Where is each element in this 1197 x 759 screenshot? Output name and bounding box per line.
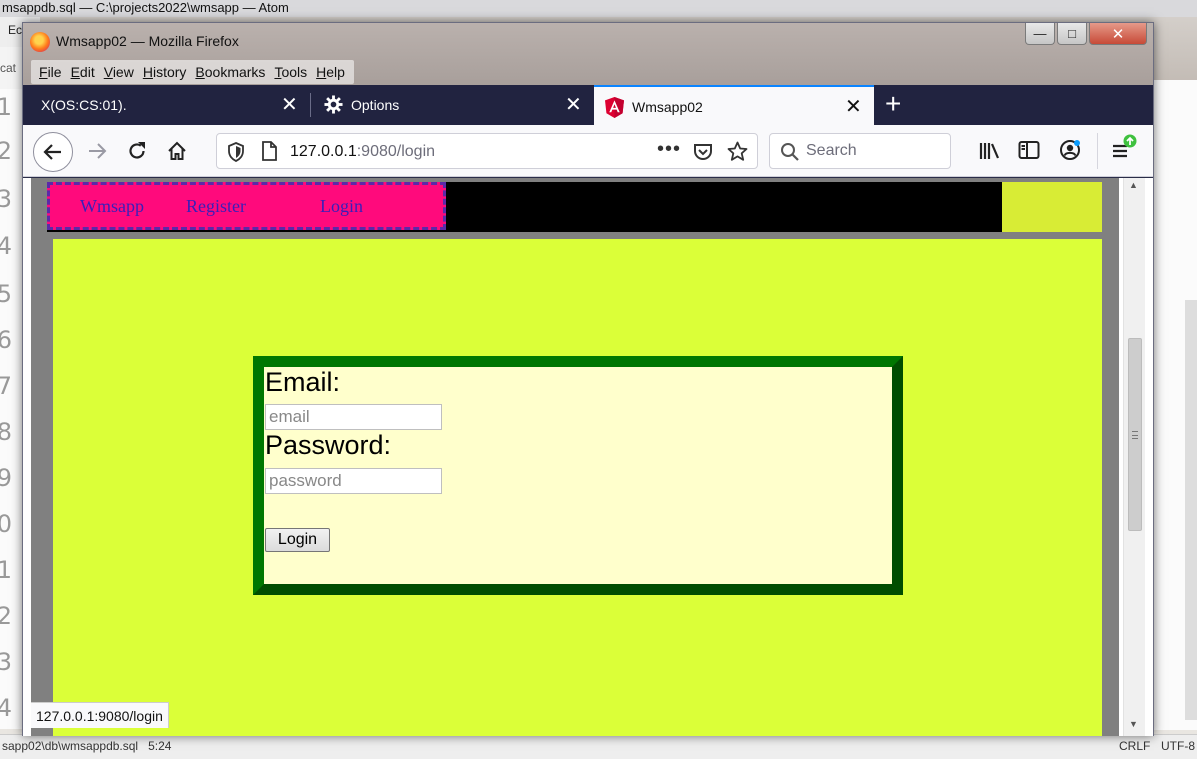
close-tab-icon[interactable]: ✕ <box>565 92 582 117</box>
line-number: 6 <box>0 326 12 354</box>
link-status-url: 127.0.0.1:9080/login <box>31 702 169 728</box>
library-icon[interactable] <box>979 141 1001 161</box>
line-number: 1 <box>0 556 12 584</box>
nav-link-wmsapp[interactable]: Wmsapp <box>80 196 144 217</box>
line-number: 0 <box>0 510 12 538</box>
login-button[interactable]: Login <box>265 528 330 552</box>
gear-icon <box>324 95 343 114</box>
new-tab-button[interactable]: + <box>885 88 901 120</box>
arrow-left-icon <box>43 144 61 160</box>
nav-links: Wmsapp Register Login <box>47 182 446 230</box>
line-number: 2 <box>0 602 12 630</box>
page-icon <box>262 141 277 161</box>
search-box[interactable] <box>769 133 951 169</box>
bookmark-star-icon[interactable] <box>727 141 748 162</box>
pocket-icon[interactable] <box>693 142 713 162</box>
email-field[interactable] <box>265 404 442 430</box>
nav-link-login[interactable]: Login <box>320 196 363 217</box>
top-navbar: Wmsapp Register Login <box>47 182 1002 232</box>
maximize-button[interactable]: □ <box>1057 23 1087 45</box>
minimize-button[interactable]: — <box>1025 23 1055 45</box>
line-number: 3 <box>0 648 12 676</box>
navbar-right-block <box>1002 182 1102 232</box>
account-icon[interactable] <box>1059 139 1081 161</box>
navigation-toolbar: 127.0.0.1:9080/login ••• <box>23 125 1153 177</box>
close-window-button[interactable]: ✕ <box>1089 23 1147 45</box>
reload-icon <box>129 142 145 159</box>
atom-status-path[interactable]: sapp02\db\wmsappdb.sql 5:24 <box>2 739 171 753</box>
tab-x-os-cs[interactable]: X(OS:CS:01). ✕ <box>23 85 305 125</box>
atom-status-eol[interactable]: CRLF <box>1119 739 1150 753</box>
main-content: Email: Password: Login <box>53 239 1102 736</box>
email-label: Email: <box>265 367 341 397</box>
atom-status-bar: sapp02\db\wmsappdb.sql 5:24 CRLF UTF-8 <box>0 734 1197 759</box>
tab-separator <box>310 93 311 117</box>
page-actions-icon[interactable]: ••• <box>657 138 681 161</box>
menu-view[interactable]: View <box>100 60 139 84</box>
tab-wmsapp02[interactable]: Wmsapp02 ✕ <box>594 85 874 125</box>
menu-edit[interactable]: Edit <box>67 60 100 84</box>
menu-file[interactable]: File <box>35 60 67 84</box>
menu-bar: File Edit View History Bookmarks Tools H… <box>31 60 354 84</box>
line-number: 4 <box>0 694 12 722</box>
window-title: Wmsapp02 — Mozilla Firefox <box>56 33 239 49</box>
scroll-up-icon[interactable]: ▲ <box>1129 180 1138 190</box>
reload-button[interactable] <box>123 137 151 165</box>
menu-tools[interactable]: Tools <box>270 60 312 84</box>
tab-bar: X(OS:CS:01). ✕ Options ✕ Wmsapp02 ✕ + <box>23 85 1153 125</box>
line-number: 5 <box>0 280 12 308</box>
atom-status-encoding[interactable]: UTF-8 <box>1161 739 1195 753</box>
shield-icon[interactable] <box>227 142 245 162</box>
scroll-down-icon[interactable]: ▼ <box>1129 719 1138 729</box>
back-button[interactable] <box>33 132 73 172</box>
firefox-window: Wmsapp02 — Mozilla Firefox — □ ✕ File Ed… <box>22 22 1154 736</box>
scrollbar-thumb[interactable] <box>1128 338 1142 531</box>
tab-options[interactable]: Options ✕ <box>312 85 594 125</box>
page-scrollbar[interactable]: ▲ ▼ <box>1123 178 1145 736</box>
atom-window-title: msappdb.sql — C:\projects2022\wmsapp — A… <box>0 0 1197 17</box>
tab-label: X(OS:CS:01). <box>41 97 127 113</box>
firefox-titlebar: Wmsapp02 — Mozilla Firefox — □ ✕ File Ed… <box>23 23 1153 85</box>
menu-history[interactable]: History <box>139 60 192 84</box>
home-icon <box>168 141 186 160</box>
password-label: Password: <box>265 430 392 460</box>
line-number: 9 <box>0 464 12 492</box>
line-number: 7 <box>0 372 12 400</box>
tab-label: Wmsapp02 <box>632 99 703 115</box>
menu-help[interactable]: Help <box>312 60 350 84</box>
menu-bookmarks[interactable]: Bookmarks <box>191 60 270 84</box>
url-text[interactable]: 127.0.0.1:9080/login <box>290 143 435 161</box>
app-menu-icon[interactable] <box>1109 133 1139 163</box>
angular-icon <box>605 97 624 118</box>
password-field[interactable] <box>265 468 442 494</box>
line-number: 2 <box>0 137 12 165</box>
url-bar[interactable]: 127.0.0.1:9080/login ••• <box>216 133 758 169</box>
grip-icon <box>1132 431 1138 439</box>
arrow-right-icon <box>89 143 107 159</box>
firefox-logo-icon <box>30 32 50 52</box>
close-tab-icon[interactable]: ✕ <box>281 92 298 117</box>
page-viewport: Wmsapp Register Login Email: Password: L… <box>23 178 1153 736</box>
line-number: 8 <box>0 418 12 446</box>
nav-link-register[interactable]: Register <box>186 196 246 217</box>
login-form: Email: Password: Login <box>253 356 903 595</box>
home-button[interactable] <box>163 137 191 165</box>
atom-scrollbar[interactable] <box>1185 300 1197 720</box>
toolbar-divider <box>1097 133 1098 169</box>
line-number: 3 <box>0 185 12 213</box>
search-icon <box>781 143 799 161</box>
tab-label: Options <box>351 97 400 113</box>
search-input[interactable] <box>806 140 941 162</box>
line-number: 4 <box>0 232 12 260</box>
window-controls: — □ ✕ <box>1025 23 1147 47</box>
close-tab-icon[interactable]: ✕ <box>845 94 862 119</box>
line-number: 1 <box>0 93 12 121</box>
forward-button[interactable] <box>83 137 111 165</box>
app-root: Wmsapp Register Login Email: Password: L… <box>31 178 1119 736</box>
sidebar-icon[interactable] <box>1018 140 1040 160</box>
